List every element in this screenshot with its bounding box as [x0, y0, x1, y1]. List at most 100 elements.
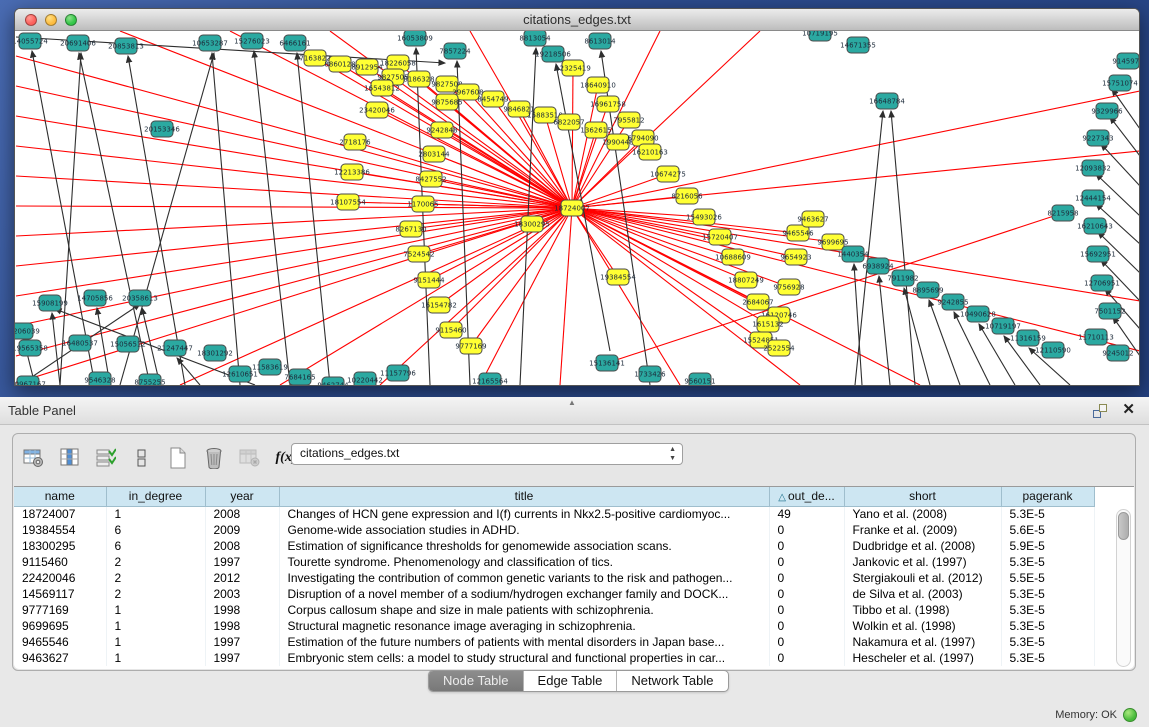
- delete-icon[interactable]: [201, 444, 227, 472]
- network-edge[interactable]: [16, 116, 572, 208]
- network-node[interactable]: 9654923: [780, 249, 811, 265]
- splitter-handle-icon[interactable]: ▲: [568, 398, 576, 407]
- table-panel-header[interactable]: Table Panel ▲ ✕: [0, 397, 1149, 425]
- network-node[interactable]: 16210643: [1077, 218, 1113, 234]
- network-node[interactable]: 9329966: [1091, 103, 1123, 119]
- network-node[interactable]: 9560151: [684, 373, 715, 385]
- network-edge[interactable]: [212, 53, 240, 385]
- tab-network-table[interactable]: Network Table: [617, 671, 727, 691]
- close-panel-icon[interactable]: ✕: [1122, 401, 1135, 419]
- row-height-icon[interactable]: [129, 444, 155, 472]
- network-node[interactable]: 7524542: [403, 246, 434, 262]
- network-edge[interactable]: [572, 208, 920, 385]
- network-node[interactable]: 1170065: [407, 196, 438, 212]
- network-node[interactable]: 9245012: [1102, 345, 1133, 361]
- network-node[interactable]: 10220442: [347, 372, 383, 385]
- network-node[interactable]: 8813054: [519, 31, 551, 46]
- network-node[interactable]: 14671355: [840, 37, 876, 53]
- network-edge[interactable]: [560, 208, 572, 385]
- network-node[interactable]: 12093832: [1075, 160, 1111, 176]
- network-edge[interactable]: [879, 276, 890, 385]
- table-row[interactable]: 1456911722003Disruption of a novel membe…: [14, 586, 1094, 602]
- network-node[interactable]: 8755255: [134, 374, 165, 385]
- network-node[interactable]: 15908199: [32, 295, 68, 311]
- network-node[interactable]: 16480537: [62, 335, 98, 351]
- column-header-name[interactable]: name: [14, 487, 106, 506]
- network-node[interactable]: 18301292: [197, 345, 233, 361]
- network-edge[interactable]: [16, 208, 572, 236]
- network-edge[interactable]: [572, 68, 573, 208]
- table-scrollbar-thumb[interactable]: [1118, 512, 1129, 540]
- float-panel-icon[interactable]: [1093, 404, 1107, 418]
- table-row[interactable]: 1938455462009Genome-wide association stu…: [14, 522, 1094, 538]
- network-view-window[interactable]: citations_edges.txt 18724007716382288601…: [14, 8, 1140, 386]
- network-node[interactable]: 12165564: [472, 373, 508, 385]
- network-node[interactable]: 2718176: [339, 134, 371, 150]
- network-node[interactable]: 9227343: [1082, 130, 1113, 146]
- network-node[interactable]: 1615132: [752, 316, 783, 332]
- table-row[interactable]: 977716911998Corpus callosum shape and si…: [14, 602, 1094, 618]
- network-node[interactable]: 1440354: [837, 246, 869, 262]
- tab-node-table[interactable]: Node Table: [429, 671, 524, 691]
- network-node[interactable]: 12110590: [1035, 342, 1071, 358]
- column-header-out_degree[interactable]: △out_de...: [769, 487, 844, 506]
- window-titlebar[interactable]: citations_edges.txt: [15, 9, 1139, 31]
- network-node[interactable]: 7501152: [1094, 303, 1125, 319]
- network-node[interactable]: 14705856: [77, 290, 113, 306]
- network-node[interactable]: 7955812: [613, 112, 644, 128]
- network-node[interactable]: 9115460: [435, 322, 466, 338]
- network-node[interactable]: 15751074: [1102, 75, 1138, 91]
- show-columns-icon[interactable]: [57, 444, 83, 472]
- network-node[interactable]: 9875685: [431, 94, 462, 110]
- network-canvas[interactable]: 1872400771638228860128891295418226058982…: [15, 31, 1139, 385]
- network-edge[interactable]: [904, 288, 930, 385]
- network-node[interactable]: 8895699: [912, 282, 943, 298]
- network-node[interactable]: 9242848: [426, 122, 457, 138]
- network-node[interactable]: 18640910: [580, 77, 616, 93]
- table-settings-icon[interactable]: [21, 444, 47, 472]
- network-node[interactable]: 19565358: [15, 340, 48, 356]
- network-edge[interactable]: [52, 313, 60, 385]
- table-row[interactable]: 911546021997Tourette syndrome. Phenomeno…: [14, 554, 1094, 570]
- network-edge[interactable]: [16, 208, 572, 296]
- table-row[interactable]: 969969511998Structural magnetic resonanc…: [14, 618, 1094, 634]
- network-node[interactable]: 19384554: [600, 269, 636, 285]
- network-node[interactable]: 8216056: [671, 188, 703, 204]
- network-node[interactable]: 9756928: [773, 279, 804, 295]
- network-graph[interactable]: 1872400771638228860128891295418226058982…: [15, 31, 1139, 385]
- network-node[interactable]: 7911982: [887, 270, 918, 286]
- network-node[interactable]: 10719197: [985, 318, 1021, 334]
- new-file-icon[interactable]: [165, 444, 191, 472]
- network-node[interactable]: 8215958: [1047, 205, 1078, 221]
- network-node[interactable]: 8267130: [395, 221, 426, 237]
- network-edge[interactable]: [16, 176, 572, 208]
- network-node[interactable]: 21247447: [157, 340, 193, 356]
- network-node[interactable]: 10490628: [960, 306, 996, 322]
- network-node[interactable]: 9777169: [455, 338, 486, 354]
- network-node[interactable]: 12213386: [334, 164, 370, 180]
- table-header-row[interactable]: namein_degreeyeartitle△out_de...shortpag…: [14, 487, 1094, 506]
- network-node[interactable]: 12444154: [1075, 190, 1111, 206]
- select-rows-icon[interactable]: [93, 444, 119, 472]
- network-edge[interactable]: [16, 208, 572, 326]
- table-row[interactable]: 1830029562008Estimation of significance …: [14, 538, 1094, 554]
- table-row[interactable]: 946362711997Embryonic stem cells: a mode…: [14, 650, 1094, 666]
- column-header-pagerank[interactable]: pagerank: [1001, 487, 1094, 506]
- tab-edge-table[interactable]: Edge Table: [524, 671, 618, 691]
- network-node[interactable]: 2522554: [763, 340, 795, 356]
- network-node[interactable]: 20853813: [108, 38, 144, 54]
- network-edge[interactable]: [480, 208, 572, 385]
- network-table-selector[interactable]: citations_edges.txt ▲▼: [291, 443, 683, 465]
- network-node[interactable]: 11157796: [380, 365, 416, 381]
- network-node[interactable]: 10719195: [802, 31, 838, 41]
- network-node[interactable]: 16648784: [869, 93, 905, 109]
- network-node[interactable]: 8186328: [403, 71, 434, 87]
- network-node[interactable]: 9145970: [1112, 53, 1139, 69]
- network-node[interactable]: 15692951: [1080, 246, 1116, 262]
- network-edge[interactable]: [1110, 117, 1139, 156]
- network-node[interactable]: 18300295: [514, 216, 550, 232]
- column-header-in_degree[interactable]: in_degree: [106, 487, 205, 506]
- network-node[interactable]: 10967167: [15, 376, 46, 385]
- network-node[interactable]: 7857224: [439, 43, 471, 59]
- network-node[interactable]: 20153346: [144, 121, 180, 137]
